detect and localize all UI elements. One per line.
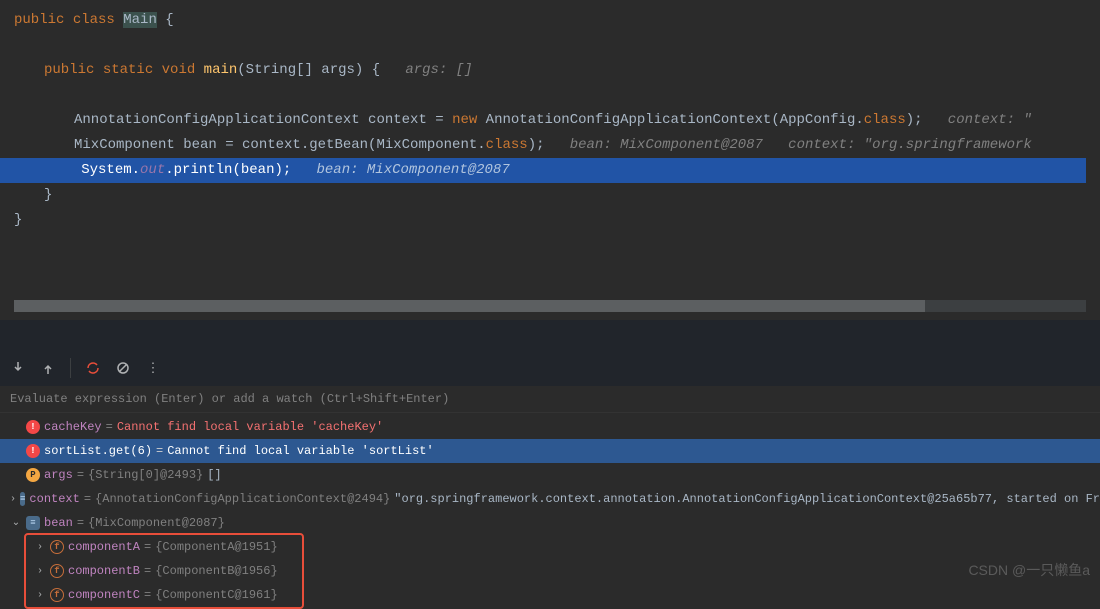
var-type: {MixComponent@2087} [88, 516, 225, 530]
keyword: class [73, 12, 115, 28]
class-icon [20, 492, 25, 506]
separator [70, 358, 71, 378]
var-value: Cannot find local variable 'cacheKey' [117, 420, 383, 434]
keyword: static [103, 62, 153, 78]
var-value: [] [207, 468, 221, 482]
panel-divider[interactable] [0, 320, 1100, 350]
field-icon: f [50, 564, 64, 578]
horizontal-scrollbar[interactable] [14, 300, 1086, 312]
blank-line [14, 33, 1100, 58]
var-name: componentB [68, 564, 140, 578]
eq: = [106, 420, 113, 434]
var-name: componentC [68, 588, 140, 602]
var-value: "org.springframework.context.annotation.… [394, 492, 1100, 506]
keyword: class [486, 137, 528, 153]
var-name: sortList.get(6) [44, 444, 152, 458]
scrollbar-thumb[interactable] [14, 300, 925, 312]
text: AnnotationConfigApplicationContext conte… [74, 112, 452, 128]
text: System. [81, 162, 140, 178]
var-type: {ComponentB@1956} [155, 564, 277, 578]
field: out [140, 162, 165, 178]
expand-icon[interactable]: › [34, 590, 46, 601]
inline-hint: bean: MixComponent@2087 [570, 137, 763, 153]
text: ); [906, 112, 923, 128]
debug-current-line[interactable]: System.out.println(bean); bean: MixCompo… [0, 158, 1086, 183]
variable-row[interactable]: P args = {String[0]@2493} [] [0, 463, 1100, 487]
text: MixComponent bean = context.getBean(MixC… [74, 137, 486, 153]
variable-row-field[interactable]: › f componentA = {ComponentA@1951} [0, 535, 1100, 559]
inline-hint: context: " [948, 112, 1032, 128]
step-down-icon[interactable] [10, 360, 26, 376]
var-name: context [29, 492, 79, 506]
method-name: main [204, 62, 238, 78]
code-editor[interactable]: public class Main { public static void m… [0, 0, 1100, 320]
param-icon: P [26, 468, 40, 482]
inline-hint: context: "org.springframework [788, 137, 1032, 153]
expand-icon[interactable]: › [10, 494, 16, 505]
keyword: public [14, 12, 64, 28]
var-type: {String[0]@2493} [88, 468, 203, 482]
class-name: Main [123, 12, 157, 28]
keyword: public [44, 62, 94, 78]
code-line[interactable]: MixComponent bean = context.getBean(MixC… [14, 133, 1100, 158]
eq: = [84, 492, 91, 506]
code-line[interactable]: } [14, 183, 1100, 208]
var-type: {ComponentC@1961} [155, 588, 277, 602]
text: AnnotationConfigApplicationContext(AppCo… [477, 112, 863, 128]
more-icon[interactable]: ⋮ [145, 360, 161, 376]
variable-row-expanded[interactable]: ⌄ bean = {MixComponent@2087} [0, 511, 1100, 535]
var-value: Cannot find local variable 'sortList' [167, 444, 433, 458]
text: .println(bean); [165, 162, 291, 178]
text: ); [528, 137, 545, 153]
variable-row[interactable]: › context = {AnnotationConfigApplication… [0, 487, 1100, 511]
brace: } [14, 212, 22, 228]
field-icon: f [50, 588, 64, 602]
refresh-icon[interactable] [85, 360, 101, 376]
inline-hint: args: [] [405, 62, 472, 78]
code-line[interactable]: public static void main(String[] args) {… [14, 58, 1100, 83]
eq: = [144, 588, 151, 602]
expand-icon[interactable]: › [34, 566, 46, 577]
error-icon: ! [26, 444, 40, 458]
eq: = [156, 444, 163, 458]
eq: = [77, 516, 84, 530]
params: (String[] args) { [237, 62, 380, 78]
eq: = [144, 564, 151, 578]
code-line[interactable]: public class Main { [14, 8, 1100, 33]
expand-icon[interactable]: › [34, 542, 46, 553]
var-type: {ComponentA@1951} [155, 540, 277, 554]
brace: { [165, 12, 173, 28]
var-name: componentA [68, 540, 140, 554]
variable-row-field[interactable]: › f componentB = {ComponentB@1956} [0, 559, 1100, 583]
collapse-icon[interactable]: ⌄ [10, 517, 22, 529]
disable-icon[interactable] [115, 360, 131, 376]
variable-row-error[interactable]: ! cacheKey = Cannot find local variable … [0, 415, 1100, 439]
var-type: {AnnotationConfigApplicationContext@2494… [95, 492, 390, 506]
blank-line [14, 83, 1100, 108]
eq: = [144, 540, 151, 554]
var-name: args [44, 468, 73, 482]
var-name: bean [44, 516, 73, 530]
variables-panel[interactable]: ! cacheKey = Cannot find local variable … [0, 413, 1100, 609]
variable-row-selected[interactable]: ! sortList.get(6) = Cannot find local va… [0, 439, 1100, 463]
keyword: void [162, 62, 196, 78]
keyword: class [864, 112, 906, 128]
brace: } [44, 187, 52, 203]
error-icon: ! [26, 420, 40, 434]
code-line[interactable]: AnnotationConfigApplicationContext conte… [14, 108, 1100, 133]
field-icon: f [50, 540, 64, 554]
var-name: cacheKey [44, 420, 102, 434]
step-up-icon[interactable] [40, 360, 56, 376]
variable-row-field[interactable]: › f componentC = {ComponentC@1961} [0, 583, 1100, 607]
watermark: CSDN @一只懒鱼a [968, 560, 1090, 580]
debug-toolbar: ⋮ [0, 350, 1100, 386]
keyword: new [452, 112, 477, 128]
code-line[interactable]: } [14, 208, 1100, 233]
eq: = [77, 468, 84, 482]
class-icon [26, 516, 40, 530]
watch-expression-input[interactable]: Evaluate expression (Enter) or add a wat… [0, 386, 1100, 413]
inline-hint: bean: MixComponent@2087 [317, 162, 510, 178]
